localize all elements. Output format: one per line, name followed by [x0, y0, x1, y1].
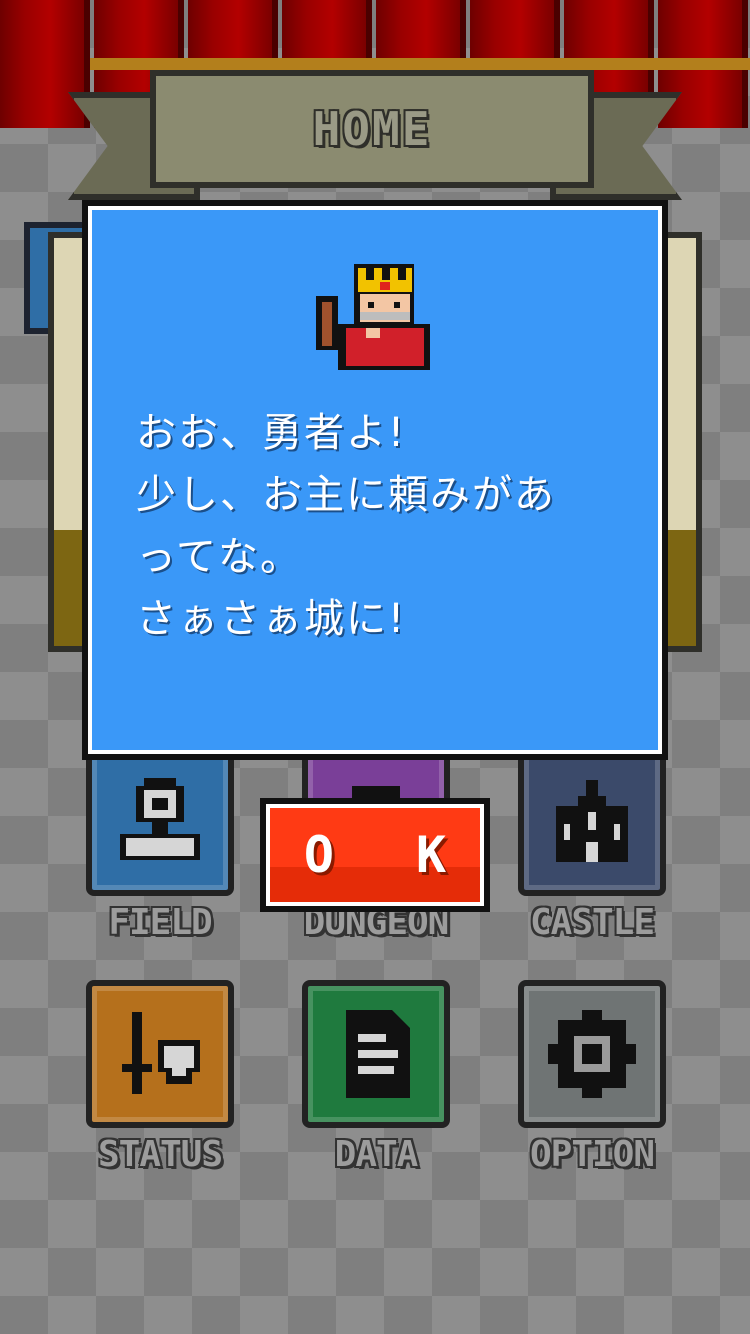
- dialog-line: ってな。: [136, 534, 302, 580]
- map-pin-icon: [120, 778, 200, 860]
- castle-button[interactable]: [518, 748, 666, 896]
- status-label: STATUS: [97, 1134, 223, 1175]
- menu-option[interactable]: OPTION: [518, 980, 666, 1175]
- option-button[interactable]: [518, 980, 666, 1128]
- data-label: DATA: [334, 1134, 419, 1175]
- dialog-line: 少し、お主に頼みがあ: [136, 472, 556, 518]
- menu-data[interactable]: DATA: [302, 980, 450, 1175]
- page-title: HOME: [312, 102, 432, 156]
- castle-label: CASTLE: [529, 902, 655, 943]
- menu-castle[interactable]: CASTLE: [518, 748, 666, 943]
- dialog-line: おお、勇者よ!: [136, 410, 407, 456]
- message-dialog: おお、勇者よ! 少し、お主に頼みがあ ってな。 さぁさぁ城に!: [82, 200, 668, 760]
- king-avatar-icon: [316, 264, 430, 370]
- ok-button[interactable]: O K: [260, 798, 490, 912]
- dialog-line: さぁさぁ城に!: [136, 596, 407, 642]
- menu-status[interactable]: STATUS: [86, 980, 234, 1175]
- castle-icon: [556, 780, 628, 862]
- document-icon: [346, 1010, 410, 1098]
- menu-field[interactable]: FIELD: [86, 748, 234, 943]
- title-banner: HOME: [150, 70, 594, 188]
- data-button[interactable]: [302, 980, 450, 1128]
- field-label: FIELD: [108, 902, 212, 943]
- sword-shield-icon: [122, 1012, 200, 1094]
- field-button[interactable]: [86, 748, 234, 896]
- dialog-message: おお、勇者よ! 少し、お主に頼みがあ ってな。 さぁさぁ城に!: [136, 402, 656, 650]
- option-label: OPTION: [529, 1134, 655, 1175]
- status-button[interactable]: [86, 980, 234, 1128]
- ok-button-label: O K: [303, 826, 473, 884]
- gear-icon: [548, 1010, 636, 1098]
